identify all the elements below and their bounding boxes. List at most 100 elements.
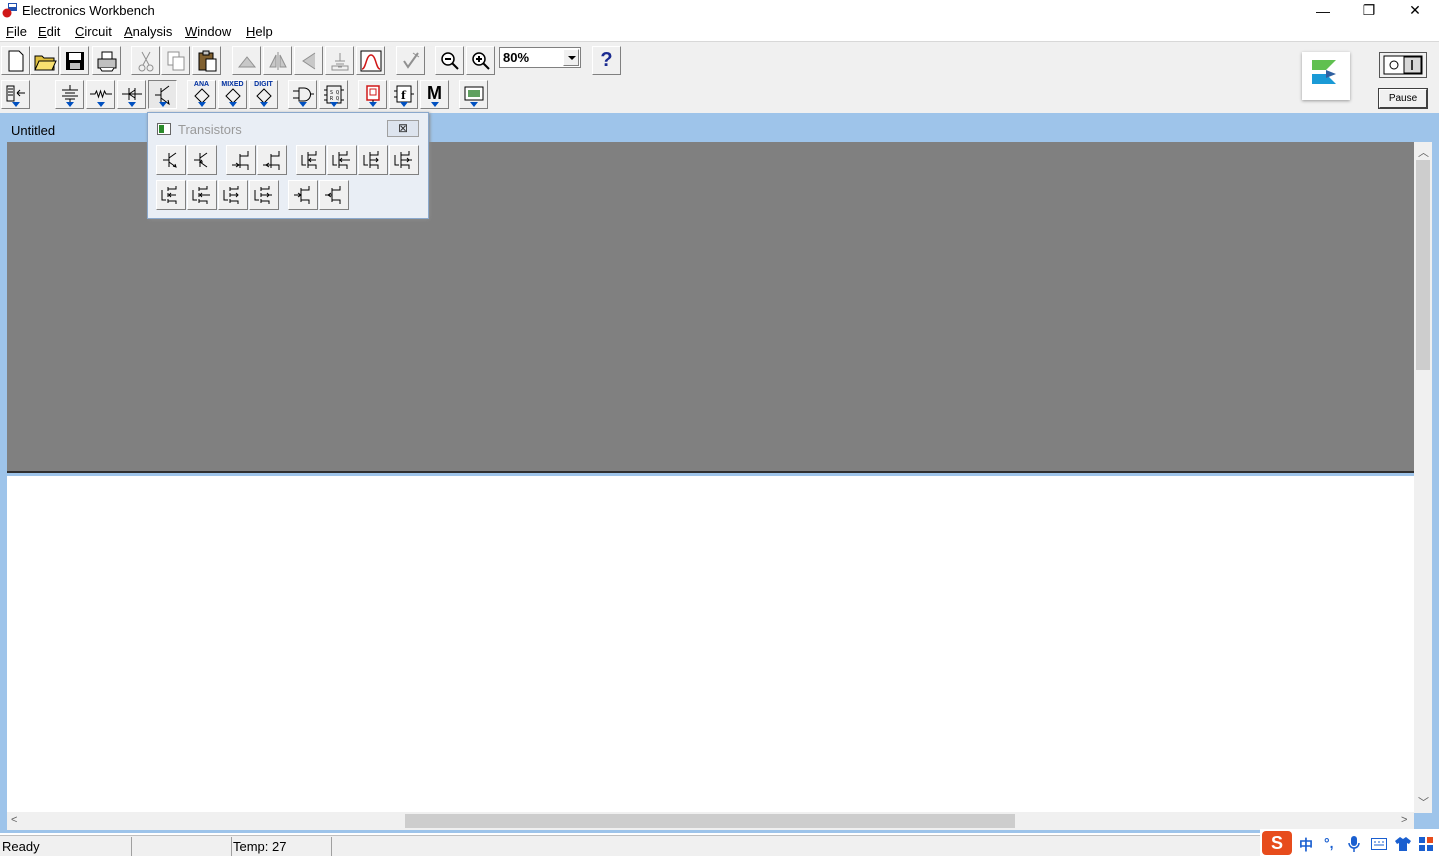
check-probe-icon xyxy=(403,52,420,69)
copy-icon xyxy=(167,51,185,71)
status-separator xyxy=(331,837,332,856)
p-mosfet-enhancement-4-button[interactable] xyxy=(249,180,279,210)
help-button[interactable]: ? xyxy=(592,46,621,75)
menu-circuit[interactable]: Circuit xyxy=(75,24,112,39)
component-properties-button[interactable] xyxy=(325,46,354,75)
scroll-right-icon[interactable]: > xyxy=(1401,814,1407,826)
controls-bin-button[interactable]: f xyxy=(389,80,418,109)
p-gaasfet-button[interactable] xyxy=(319,180,349,210)
activate-simulation-button[interactable] xyxy=(396,46,425,75)
dropdown-arrow-icon xyxy=(298,102,307,107)
dropdown-arrow-icon xyxy=(96,102,105,107)
rotate-button[interactable] xyxy=(232,46,261,75)
save-button[interactable] xyxy=(60,46,89,75)
ime-punctuation-toggle[interactable]: °, xyxy=(1324,835,1334,851)
n-mosfet-enhancement-4-button[interactable] xyxy=(187,180,217,210)
basic-bin-button[interactable] xyxy=(86,80,115,109)
vertical-scrollbar[interactable]: ︿ ﹀ xyxy=(1414,142,1432,813)
pause-button[interactable]: Pause xyxy=(1378,88,1428,109)
palette-close-button[interactable]: ⊠ xyxy=(387,120,419,137)
flip-vertical-icon xyxy=(302,52,316,70)
horizontal-scroll-thumb[interactable] xyxy=(405,814,1015,828)
dropdown-arrow-icon xyxy=(228,102,237,107)
favorites-bin-button[interactable] xyxy=(1,80,30,109)
logic-gates-bin-button[interactable] xyxy=(288,80,317,109)
menu-analysis[interactable]: Analysis xyxy=(124,24,172,39)
n-mosfet-enhancement-3-button[interactable] xyxy=(156,180,186,210)
flip-vertical-button[interactable] xyxy=(294,46,323,75)
n-mosfet-depletion-icon xyxy=(301,151,317,169)
paste-button[interactable] xyxy=(192,46,221,75)
miscellaneous-bin-button[interactable]: M xyxy=(420,80,449,109)
menu-window[interactable]: Window xyxy=(185,24,231,39)
toolbox-grid-icon[interactable] xyxy=(1419,837,1433,851)
help-icon: ? xyxy=(600,49,613,71)
p-jfet-icon xyxy=(263,151,280,170)
keyboard-icon[interactable] xyxy=(1371,838,1387,850)
pnp-transistor-button[interactable] xyxy=(187,145,217,175)
status-separator xyxy=(131,837,132,856)
analog-ics-bin-button[interactable]: ANA xyxy=(187,80,216,109)
zoom-out-button[interactable] xyxy=(435,46,464,75)
zoom-select[interactable]: 80% xyxy=(499,47,581,68)
scroll-up-icon[interactable]: ︿ xyxy=(1418,144,1429,160)
menu-help[interactable]: Help xyxy=(246,24,273,39)
create-subcircuit-button[interactable] xyxy=(356,46,385,75)
menu-edit[interactable]: Edit xyxy=(38,24,60,39)
dropdown-arrow-icon xyxy=(11,102,20,107)
restore-button[interactable]: ❐ xyxy=(1346,0,1392,21)
p-mosfet-depletion-4-button[interactable] xyxy=(389,145,419,175)
zoom-out-icon xyxy=(441,52,459,70)
minimize-button[interactable]: — xyxy=(1300,0,1346,21)
app-icon xyxy=(2,3,17,18)
palette-title: Transistors xyxy=(178,122,242,137)
n-jfet-button[interactable] xyxy=(226,145,256,175)
menu-file[interactable]: File xyxy=(6,24,27,39)
digital-ics-bin-button[interactable]: DIGIT xyxy=(249,80,278,109)
instruments-bin-button[interactable] xyxy=(459,80,488,109)
new-button[interactable] xyxy=(1,46,30,75)
npn-transistor-icon xyxy=(163,152,177,168)
microphone-icon[interactable] xyxy=(1348,836,1360,852)
copy-button[interactable] xyxy=(161,46,190,75)
status-separator xyxy=(231,837,232,856)
dropdown-arrow-icon xyxy=(368,102,377,107)
npn-transistor-button[interactable] xyxy=(156,145,186,175)
print-button[interactable] xyxy=(92,46,121,75)
diodes-bin-button[interactable] xyxy=(117,80,146,109)
open-button[interactable] xyxy=(30,46,59,75)
transistors-bin-button[interactable] xyxy=(148,80,177,109)
sogou-ime-logo-icon[interactable]: S xyxy=(1262,831,1292,855)
n-mosfet-depletion-4-button[interactable] xyxy=(327,145,357,175)
flip-horizontal-button[interactable] xyxy=(263,46,292,75)
digital-bin-button[interactable]: S QR Q xyxy=(319,80,348,109)
status-ready: Ready xyxy=(2,839,40,854)
n-gaasfet-button[interactable] xyxy=(288,180,318,210)
ime-language-toggle[interactable]: 中 xyxy=(1299,835,1313,855)
indicators-bin-button[interactable] xyxy=(358,80,387,109)
scroll-down-icon[interactable]: ﹀ xyxy=(1418,794,1429,810)
dropdown-arrow-icon xyxy=(329,102,338,107)
title-bar: Electronics Workbench — ❐ ✕ xyxy=(0,0,1439,21)
zoom-in-button[interactable] xyxy=(466,46,495,75)
close-button[interactable]: ✕ xyxy=(1392,0,1438,21)
sources-bin-button[interactable] xyxy=(55,80,84,109)
p-mosfet-enhancement-3-button[interactable] xyxy=(218,180,248,210)
new-file-icon xyxy=(8,50,24,72)
n-mosfet-enhancement-4-terminal-icon xyxy=(192,186,210,204)
horizontal-scrollbar[interactable]: < > xyxy=(7,812,1414,830)
zoom-value: 80% xyxy=(503,50,530,65)
mixed-ics-bin-button[interactable]: MIXED xyxy=(218,80,247,109)
p-mosfet-depletion-3-button[interactable] xyxy=(358,145,388,175)
zoom-dropdown-arrow[interactable] xyxy=(563,49,579,66)
scroll-left-icon[interactable]: < xyxy=(11,814,17,826)
vertical-scroll-thumb[interactable] xyxy=(1416,160,1430,370)
skin-shirt-icon[interactable] xyxy=(1395,837,1411,851)
n-mosfet-depletion-3-button[interactable] xyxy=(296,145,326,175)
pnp-transistor-icon xyxy=(194,152,208,168)
circuit-canvas[interactable] xyxy=(7,476,1414,813)
cut-button[interactable] xyxy=(131,46,160,75)
n-gaasfet-icon xyxy=(294,186,310,204)
p-jfet-button[interactable] xyxy=(257,145,287,175)
power-switch[interactable] xyxy=(1379,52,1427,78)
